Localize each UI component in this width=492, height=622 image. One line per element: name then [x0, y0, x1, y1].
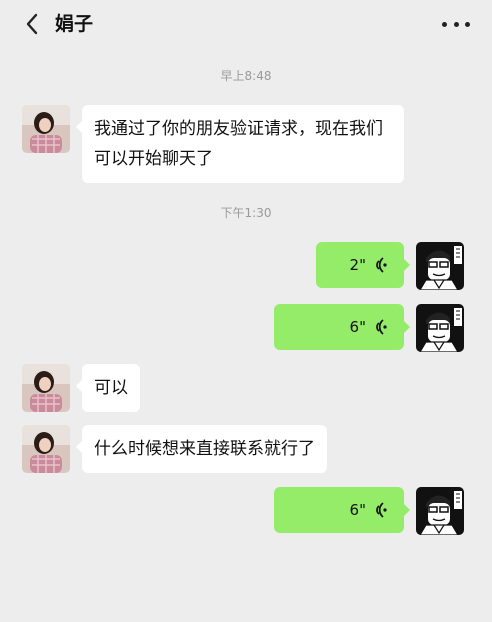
- voice-wave-icon: [376, 319, 387, 335]
- incoming-message-bubble[interactable]: 什么时候想来直接联系就行了: [76, 425, 327, 473]
- my-avatar[interactable]: [416, 304, 464, 352]
- contact-avatar[interactable]: [22, 364, 70, 412]
- back-button[interactable]: [20, 10, 44, 38]
- more-options-button[interactable]: [442, 12, 470, 36]
- chat-title: 娟子: [55, 13, 94, 35]
- voice-duration: 6": [349, 318, 366, 336]
- chevron-left-icon: [26, 13, 38, 35]
- outgoing-voice-message[interactable]: 2": [316, 242, 410, 288]
- message-text: 什么时候想来直接联系就行了: [94, 439, 315, 459]
- outgoing-voice-message[interactable]: 6": [274, 304, 410, 350]
- my-avatar[interactable]: [416, 487, 464, 535]
- contact-avatar[interactable]: [22, 105, 70, 153]
- incoming-message-bubble[interactable]: 可以: [76, 364, 140, 412]
- contact-avatar[interactable]: [22, 425, 70, 473]
- message-text: 我通过了你的朋友验证请求，现在我们可以开始聊天了: [94, 119, 383, 169]
- voice-duration: 2": [349, 256, 366, 274]
- my-avatar[interactable]: [416, 242, 464, 290]
- incoming-message-bubble[interactable]: 我通过了你的朋友验证请求，现在我们可以开始聊天了: [76, 105, 404, 183]
- voice-wave-icon: [376, 502, 387, 518]
- voice-wave-icon: [376, 257, 387, 273]
- chat-header: 娟子: [0, 0, 492, 48]
- outgoing-voice-message[interactable]: 6": [274, 487, 410, 533]
- voice-duration: 6": [349, 501, 366, 519]
- timestamp: 早上8:48: [220, 69, 272, 83]
- timestamp: 下午1:30: [220, 206, 272, 220]
- more-dots-icon: [442, 21, 447, 27]
- message-text: 可以: [94, 378, 128, 398]
